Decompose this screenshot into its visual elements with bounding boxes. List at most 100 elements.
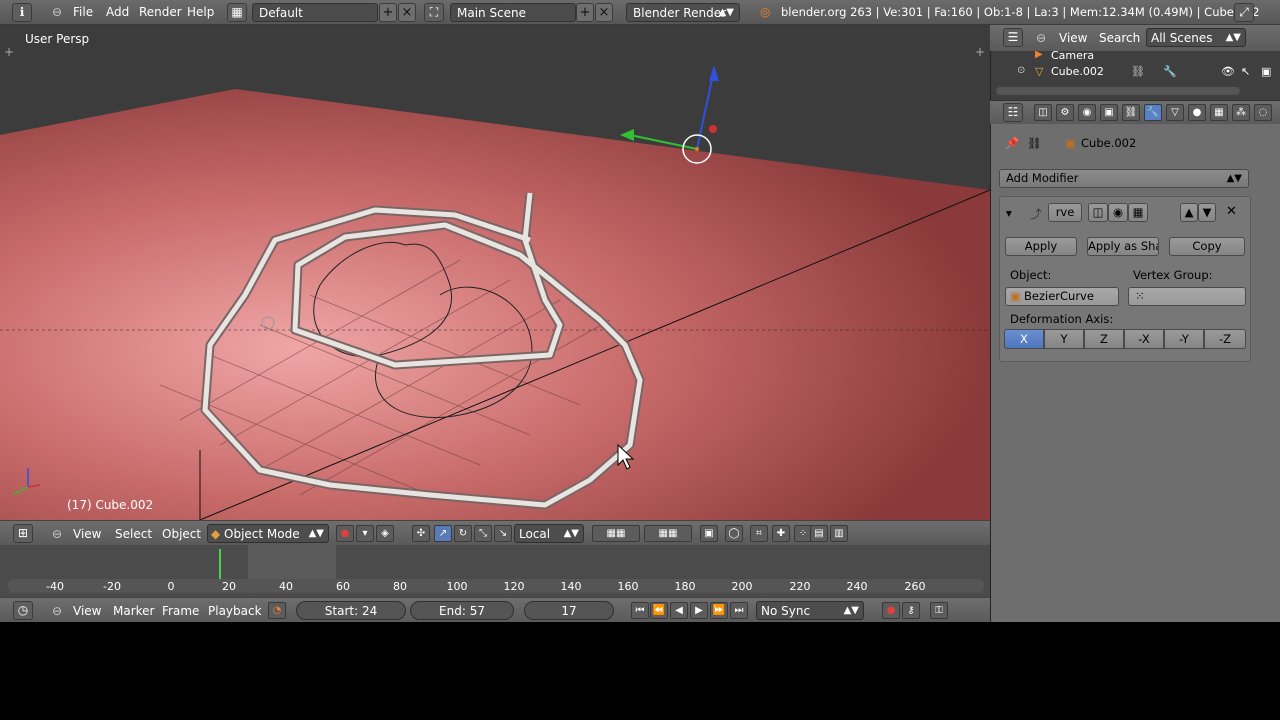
proportional-edit-icon[interactable]: ◯ [725, 525, 743, 542]
info-editor-icon[interactable]: ℹ [12, 3, 32, 22]
sync-select[interactable]: No Sync ▲▼ [756, 601, 864, 620]
layer-lock-icon[interactable]: ▣ [700, 525, 718, 542]
rotate-icon[interactable]: ↻ [454, 525, 472, 542]
current-frame-marker[interactable] [219, 549, 221, 579]
remove-scene-icon[interactable]: × [595, 3, 613, 22]
timeline-scrollbar[interactable] [8, 579, 984, 593]
shading-dropdown-icon[interactable]: ▾ [356, 525, 374, 542]
jump-keyframe-back-icon[interactable]: ⏪ [650, 602, 668, 619]
scene-field[interactable]: Main Scene [450, 3, 576, 22]
outliner-scrollbar[interactable] [996, 87, 1240, 95]
menu-playback[interactable]: Playback [208, 604, 262, 618]
translate-icon[interactable]: ↗ [434, 525, 452, 542]
render-anim-icon[interactable]: ▥ [830, 525, 848, 542]
mode-select[interactable]: ◆ Object Mode ▲▼ [207, 524, 329, 543]
play-icon[interactable]: ▶ [690, 602, 708, 619]
axis-y-button[interactable]: Y [1044, 329, 1084, 349]
display-mode-select[interactable]: All Scenes ▲▼ [1146, 28, 1246, 47]
physics-context-icon[interactable]: ◌ [1254, 104, 1272, 121]
add-layout-icon[interactable]: + [379, 3, 397, 22]
menu-view[interactable]: View [73, 527, 101, 541]
render-engine-select[interactable]: Blender Render ▲▼ [626, 3, 740, 22]
object-field[interactable]: ▣ BezierCurve [1005, 287, 1119, 306]
3d-viewport[interactable]: User Persp (17) Cube.002 + + [0, 25, 990, 520]
render-context-icon[interactable]: ◫ [1034, 104, 1052, 121]
shading-icon[interactable]: ● [336, 525, 354, 542]
layers-grid-icon-2[interactable]: ▦▦ [644, 525, 692, 542]
modifiers-context-icon[interactable]: 🔧 [1144, 104, 1162, 121]
copy-button[interactable]: Copy [1169, 237, 1245, 256]
menu-help[interactable]: Help [187, 5, 214, 19]
layers-grid-icon[interactable]: ▦▦ [592, 525, 640, 542]
move-up-icon[interactable]: ▲ [1180, 203, 1198, 222]
particles-context-icon[interactable]: ⁂ [1232, 104, 1250, 121]
render-preview-icon[interactable]: ▤ [810, 525, 828, 542]
show-viewport-icon[interactable]: ◉ [1108, 203, 1128, 222]
apply-as-shape-button[interactable]: Apply as Shap [1087, 237, 1159, 256]
remove-layout-icon[interactable]: × [398, 3, 416, 22]
show-render-icon[interactable]: ◫ [1088, 203, 1108, 222]
render-toggle-icon[interactable]: ▣ [1261, 65, 1271, 78]
vertex-group-field[interactable]: ⁙ [1128, 287, 1246, 306]
constraints-context-icon[interactable]: ⛓ [1122, 104, 1140, 121]
axis-neg-x-button[interactable]: -X [1124, 329, 1164, 349]
start-frame-field[interactable]: Start: 24 [296, 601, 406, 620]
select-cursor-icon[interactable]: ↖ [1241, 65, 1250, 78]
jump-end-icon[interactable]: ⏭ [730, 602, 748, 619]
scale-icon-2[interactable]: ↘ [494, 525, 512, 542]
texture-context-icon[interactable]: ▦ [1210, 104, 1228, 121]
timeline-editor-icon[interactable]: ◷ [13, 601, 33, 620]
timeline-area[interactable]: -40 -20 0 20 40 60 80 100 120 140 160 18… [0, 545, 990, 597]
menu-add[interactable]: Add [106, 5, 129, 19]
pivot-icon[interactable]: ◈ [376, 525, 394, 542]
area-split-icon-right[interactable]: + [975, 45, 985, 59]
scene-context-icon[interactable]: ⚙ [1056, 104, 1074, 121]
record-icon[interactable]: ● [882, 602, 900, 619]
menu-object[interactable]: Object [162, 527, 201, 541]
menu-frame[interactable]: Frame [162, 604, 199, 618]
scene-icon[interactable]: ⛶ [424, 3, 444, 22]
menu-marker[interactable]: Marker [113, 604, 154, 618]
collapse-modifier-icon[interactable]: ▾ [1006, 206, 1012, 220]
collapse-menus-icon[interactable]: ⊖ [52, 604, 62, 618]
menu-select[interactable]: Select [115, 527, 152, 541]
jump-start-icon[interactable]: ⏮ [631, 602, 649, 619]
properties-editor-icon[interactable]: ☷ [1003, 103, 1023, 122]
keying-set-icon[interactable]: ⚷ [902, 602, 920, 619]
layout-field[interactable]: Default [252, 3, 378, 22]
snap-icon[interactable]: ✚ [772, 525, 790, 542]
menu-file[interactable]: File [73, 5, 93, 19]
outliner-view-menu[interactable]: View [1059, 31, 1087, 45]
scale-icon[interactable]: ⤡ [474, 525, 492, 542]
menu-render[interactable]: Render [139, 5, 182, 19]
pin-icon[interactable]: 📌 [1005, 136, 1019, 150]
add-modifier-dropdown[interactable]: Add Modifier ▲▼ [999, 169, 1249, 188]
move-down-icon[interactable]: ▼ [1198, 203, 1216, 222]
object-context-icon[interactable]: ▣ [1100, 104, 1118, 121]
outliner-editor-icon[interactable]: ☰ [1003, 28, 1023, 47]
jump-keyframe-forward-icon[interactable]: ⏩ [710, 602, 728, 619]
menu-view[interactable]: View [73, 604, 101, 618]
axis-z-button[interactable]: Z [1084, 329, 1124, 349]
end-frame-field[interactable]: End: 57 [410, 601, 514, 620]
axis-x-button[interactable]: X [1004, 329, 1044, 349]
editor-type-icon[interactable]: ⊞ [13, 524, 33, 543]
visibility-icon[interactable]: 👁 [1221, 65, 1235, 78]
orientation-select[interactable]: Local ▲▼ [514, 524, 584, 543]
axis-neg-z-button[interactable]: -Z [1204, 329, 1246, 349]
preview-range-icon[interactable]: ◔ [268, 602, 286, 619]
outliner-item[interactable]: ⊙ ▽ Cube.002 ⛓ 🔧 👁 ↖ ▣ [1011, 65, 1271, 82]
current-frame-field[interactable]: 17 [524, 601, 614, 620]
snap-element-icon[interactable]: ⌗ [750, 525, 768, 542]
add-scene-icon[interactable]: + [576, 3, 594, 22]
fullscreen-icon[interactable]: ⤢ [1234, 3, 1254, 22]
outliner-search-menu[interactable]: Search [1099, 31, 1140, 45]
apply-button[interactable]: Apply [1005, 237, 1077, 256]
keyframe-insert-icon[interactable]: ⚿ [930, 602, 948, 619]
screen-layout-icon[interactable]: ▦ [227, 3, 247, 22]
world-context-icon[interactable]: ◉ [1078, 104, 1096, 121]
manipulator-toggle-icon[interactable]: ✣ [412, 525, 430, 542]
play-reverse-icon[interactable]: ◀ [670, 602, 688, 619]
collapse-icon[interactable]: ⊖ [52, 5, 62, 19]
remove-modifier-icon[interactable]: ✕ [1226, 204, 1237, 219]
